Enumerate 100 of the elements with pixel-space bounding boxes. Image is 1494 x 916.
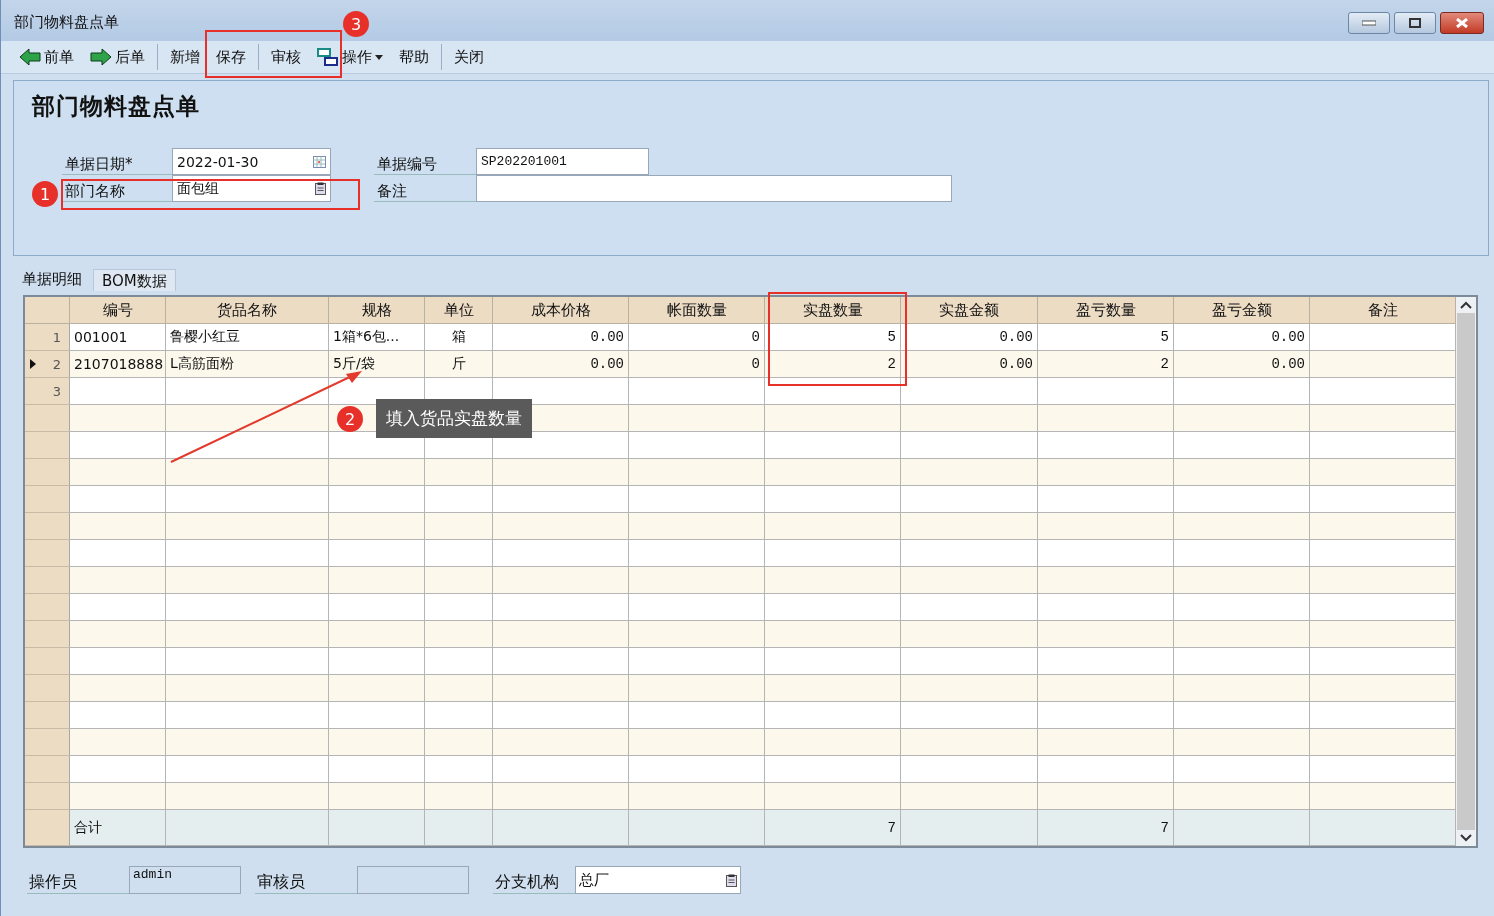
table-cell: [425, 621, 493, 648]
table-cell: 0: [629, 351, 765, 378]
column-header[interactable]: 实盘金额: [901, 297, 1038, 324]
table-cell: [425, 648, 493, 675]
toolbar-button[interactable]: 关闭: [446, 43, 492, 71]
date-field[interactable]: 2022-01-30: [172, 148, 331, 175]
text-field[interactable]: [476, 175, 952, 202]
table-cell: 斤: [425, 351, 493, 378]
row-header: [25, 783, 70, 810]
column-header[interactable]: 帐面数量: [629, 297, 765, 324]
table-cell: [425, 729, 493, 756]
toolbar-button[interactable]: 操作: [309, 43, 391, 71]
text-field[interactable]: SP202201001: [476, 148, 649, 175]
table-cell: [425, 459, 493, 486]
column-header[interactable]: 编号: [70, 297, 166, 324]
row-header: [25, 729, 70, 756]
lookup-field[interactable]: 面包组: [172, 175, 331, 202]
row-header: [25, 702, 70, 729]
toolbar-button[interactable]: 帮助: [391, 43, 437, 71]
toolbar-button[interactable]: 前单: [11, 43, 82, 71]
row-header: [25, 594, 70, 621]
scroll-up-icon[interactable]: [1460, 301, 1472, 309]
total-cell: 7: [765, 810, 901, 846]
row-header: [25, 405, 70, 432]
table-cell: [425, 486, 493, 513]
minimize-button[interactable]: [1348, 12, 1390, 34]
table-cell: 箱: [425, 324, 493, 351]
scroll-down-icon[interactable]: [1460, 834, 1472, 842]
table-cell: [425, 675, 493, 702]
column-header[interactable]: 盈亏金额: [1174, 297, 1310, 324]
clipboard-icon: [726, 873, 737, 887]
column-header[interactable]: 备注: [1310, 297, 1456, 324]
left-arrow-icon: [19, 48, 41, 66]
row-header: [25, 810, 70, 846]
row-header: 2: [25, 351, 70, 378]
table-cell: 5斤/袋: [329, 351, 425, 378]
form-heading: 部门物料盘点单: [32, 91, 201, 121]
row-header: [25, 621, 70, 648]
table-cell: 0.00: [1174, 324, 1310, 351]
column-header[interactable]: 实盘数量: [765, 297, 901, 324]
table-cell: [425, 756, 493, 783]
table-cell: 2: [1038, 351, 1174, 378]
table-cell: 5: [765, 324, 901, 351]
row-header: [25, 459, 70, 486]
row-header: [25, 540, 70, 567]
table-cell: 0.00: [901, 324, 1038, 351]
table-cell: 0: [629, 324, 765, 351]
maximize-button[interactable]: [1394, 12, 1436, 34]
toolbar-button[interactable]: 后单: [82, 43, 153, 71]
caret-icon: [375, 54, 383, 60]
total-cell: 7: [1038, 810, 1174, 846]
right-arrow-icon: [90, 48, 112, 66]
row-header: [25, 675, 70, 702]
table-cell: 0.00: [493, 351, 629, 378]
header-corner: [25, 297, 70, 324]
lookup-field[interactable]: 总厂: [575, 866, 741, 894]
table-cell: 0.00: [493, 324, 629, 351]
table-cell: 鲁樱小红豆: [166, 324, 329, 351]
row-header: [25, 513, 70, 540]
total-cell: [425, 810, 493, 846]
table-cell: 0.00: [901, 351, 1038, 378]
close-button[interactable]: [1440, 12, 1484, 34]
table-cell: 1箱*6包...: [329, 324, 425, 351]
column-header[interactable]: 货品名称: [166, 297, 329, 324]
text-field[interactable]: admin: [129, 866, 241, 894]
table-cell: 001001: [70, 324, 166, 351]
column-header[interactable]: 盈亏数量: [1038, 297, 1174, 324]
current-row-icon: [30, 359, 36, 369]
window-title: 部门物料盘点单: [14, 11, 119, 32]
table-cell: [425, 540, 493, 567]
text-field[interactable]: [357, 866, 469, 894]
table-cell: L高筋面粉: [166, 351, 329, 378]
total-label: 合计: [70, 810, 166, 846]
column-header[interactable]: 成本价格: [493, 297, 629, 324]
toolbar-button[interactable]: 新增: [162, 43, 208, 71]
row-header: [25, 486, 70, 513]
clipboard-icon: [315, 182, 326, 195]
row-header: [25, 648, 70, 675]
windows-icon: [317, 47, 339, 67]
row-header: [25, 432, 70, 459]
table-cell: [425, 567, 493, 594]
table-cell: [425, 783, 493, 810]
column-header[interactable]: 规格: [329, 297, 425, 324]
table-cell: 2107018888: [70, 351, 166, 378]
vertical-scrollbar[interactable]: [1456, 297, 1476, 846]
table-cell: [425, 594, 493, 621]
row-header: [25, 756, 70, 783]
toolbar-button[interactable]: 审核: [263, 43, 309, 71]
row-header: 3: [25, 378, 70, 405]
table-cell: 0.00: [1174, 351, 1310, 378]
toolbar-button[interactable]: 保存: [208, 43, 254, 71]
table-cell: 5: [1038, 324, 1174, 351]
maximize-icon: [1409, 18, 1421, 28]
tab[interactable]: BOM数据: [93, 269, 176, 291]
table-cell: [425, 702, 493, 729]
calendar-icon: [313, 155, 326, 168]
table-cell: 2: [765, 351, 901, 378]
column-header[interactable]: 单位: [425, 297, 493, 324]
callout-tooltip: 填入货品实盘数量: [376, 399, 532, 438]
close-icon: [1455, 18, 1469, 28]
